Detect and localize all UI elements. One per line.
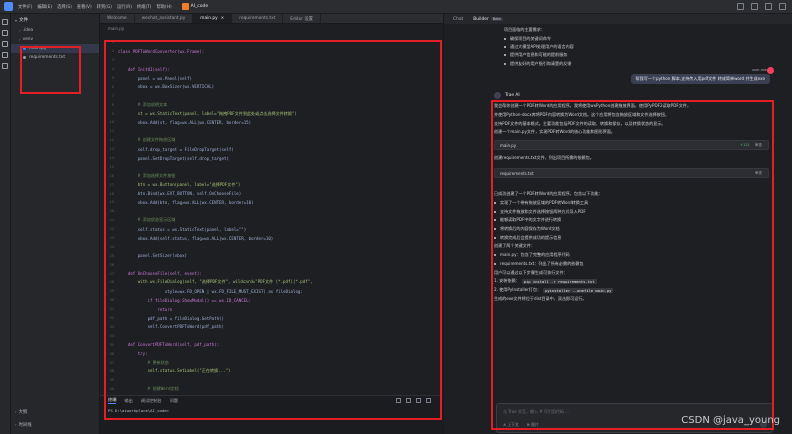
highlight-box-files (20, 46, 81, 94)
timeline-section[interactable]: › 时间线 (11, 420, 100, 429)
beta-badge: Beta (490, 16, 503, 21)
highlight-box-chat (491, 100, 774, 430)
debug-icon[interactable] (2, 52, 8, 58)
extensions-icon[interactable] (2, 63, 8, 69)
previous-message-line: 项目面临的主要需求： (504, 27, 545, 33)
menu-goto[interactable]: 转到(G) (97, 4, 112, 10)
timeline-label: 时间线 (18, 422, 32, 428)
ai-name: Trae AI (505, 93, 520, 98)
tree-item-idea[interactable]: › .idea (11, 26, 99, 35)
user-message: user-mary 帮我写一个python 脚本,支持传入用pdf文件 转成简单… (494, 67, 774, 86)
tree-item-label: venv (22, 37, 34, 42)
maximize-icon[interactable] (765, 3, 772, 10)
layout-icon[interactable] (737, 3, 744, 10)
tree-item-label: .idea (22, 28, 34, 33)
chevron-down-icon: ▾ (15, 17, 18, 23)
project-switcher[interactable]: AI_code (181, 3, 209, 10)
project-name: AI_code (190, 4, 209, 9)
tab-label: Welcome (107, 16, 127, 21)
project-icon (181, 3, 189, 10)
breadcrumb: main.py (100, 24, 443, 33)
menu-run[interactable]: 运行(R) (117, 4, 132, 10)
tree-item-venv[interactable]: › venv (11, 35, 99, 44)
app-logo (4, 2, 13, 11)
breadcrumb-file[interactable]: main.py (108, 26, 124, 31)
close-icon[interactable]: × (221, 16, 225, 21)
tab-label: Builder (473, 16, 489, 22)
ai-avatar (494, 92, 501, 99)
avatar (767, 67, 774, 74)
tab-label: Editor 设置 (290, 16, 313, 22)
explorer-title: 文件 (19, 18, 29, 23)
previous-message-line: 提供友好的用户指引和清楚的反馈 (494, 60, 784, 68)
menu-edit[interactable]: 编辑(E) (37, 4, 52, 10)
explorer-header[interactable]: ▾ 文件 (11, 14, 99, 26)
menu-file[interactable]: 文件(F) (18, 4, 32, 10)
files-icon[interactable] (2, 19, 8, 25)
source-control-icon[interactable] (2, 41, 8, 47)
ai-header: Trae AI (494, 92, 520, 99)
activity-bar (0, 14, 11, 434)
previous-message-line: 通过大模型API处理用户的语言内容 (494, 43, 784, 51)
menu-select[interactable]: 选择(S) (57, 4, 72, 10)
tab-label: main.py (200, 16, 218, 21)
menu-terminal[interactable]: 终端(T) (137, 4, 152, 10)
window-controls (737, 3, 786, 10)
chevron-right-icon: › (19, 28, 21, 33)
tab-builder[interactable]: Builder Beta (473, 16, 503, 22)
title-bar: 文件(F) 编辑(E) 选择(S) 查看(V) 转到(G) 运行(R) 终端(T… (0, 0, 792, 14)
user-message-text: 帮我写一个python 脚本,支持传入用pdf文件 转成简单word 并生成ex… (630, 74, 770, 84)
tab-main-py[interactable]: main.py × (193, 14, 233, 23)
chevron-right-icon: › (15, 422, 17, 427)
chevron-right-icon: › (19, 37, 21, 42)
outline-label: 大纲 (18, 409, 28, 415)
menu-help[interactable]: 帮助(H) (156, 4, 171, 10)
tab-label: wechat_assistant.py (141, 16, 186, 21)
tab-label: requirements.txt (239, 16, 276, 21)
editor-tabs: Welcome wechat_assistant.py main.py × req… (100, 14, 443, 24)
previous-message-line: 提供用户信息和可能的提前服务 (494, 51, 784, 59)
tab-requirements[interactable]: requirements.txt (232, 14, 284, 23)
watermark: CSDN @java_young (681, 415, 780, 426)
minimize-icon[interactable] (751, 3, 758, 10)
tab-wechat-assistant[interactable]: wechat_assistant.py (135, 14, 194, 23)
close-icon[interactable] (779, 3, 786, 10)
chevron-right-icon: › (15, 409, 17, 414)
tab-welcome[interactable]: Welcome (100, 14, 135, 23)
search-icon[interactable] (2, 30, 8, 36)
chat-tabs: Chat Builder Beta (444, 14, 792, 24)
menu-view[interactable]: 查看(V) (77, 4, 92, 10)
tab-chat[interactable]: Chat (453, 17, 463, 22)
tab-editor-settings[interactable]: Editor 设置 (283, 14, 321, 23)
highlight-box-code (104, 40, 442, 420)
outline-section[interactable]: › 大纲 (11, 407, 100, 416)
previous-message-line: 确保项目的关键词命令 (494, 34, 784, 42)
